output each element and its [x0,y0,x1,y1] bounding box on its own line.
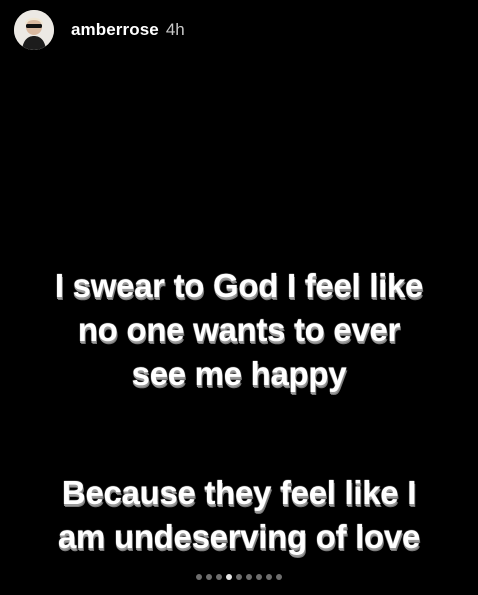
profile-photo-icon [14,10,54,50]
story-text-line: am undeserving of love [58,518,420,555]
pagination-dot [246,574,252,580]
story-text-block-2: Because they feel like I am undeserving … [0,471,478,559]
pagination-dot [266,574,272,580]
pagination-dot-active [226,574,232,580]
pagination-dot [206,574,212,580]
story-text-line: no one wants to ever [77,311,401,348]
avatar[interactable] [14,10,54,50]
story-text-line: Because they feel like I [61,474,417,511]
pagination-dot [196,574,202,580]
username[interactable]: amberrose [71,20,159,40]
pagination-dot [276,574,282,580]
pagination-dot [216,574,222,580]
pagination-dot [256,574,262,580]
story-header: amberrose 4h [14,10,185,50]
pagination-dot [236,574,242,580]
post-time: 4h [165,20,185,39]
story-pagination-dots [0,574,478,580]
story-text-block-1: I swear to God I feel like no one wants … [0,264,478,396]
story-view[interactable]: amberrose 4h I swear to God I feel like … [0,0,478,595]
story-text-line: see me happy [131,355,347,392]
story-text-line: I swear to God I feel like [54,267,424,304]
